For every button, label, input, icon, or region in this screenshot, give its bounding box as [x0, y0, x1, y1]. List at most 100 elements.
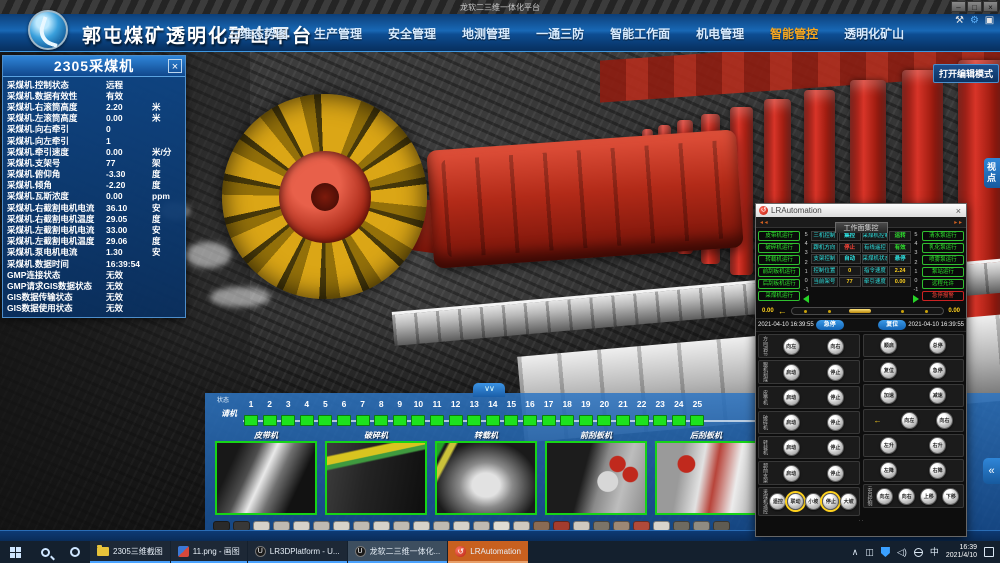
start-button[interactable]	[0, 541, 30, 563]
taskbar-app-3[interactable]: ULR3DPlatform - U...	[248, 541, 347, 563]
round-button-停止[interactable]: 停止	[827, 439, 844, 456]
support-status-block[interactable]	[393, 415, 407, 426]
round-button-左升[interactable]: 左升	[880, 437, 897, 454]
round-button-右降[interactable]: 右降	[929, 462, 946, 479]
nav-item-8[interactable]: 智能管控	[770, 25, 818, 42]
support-status-block[interactable]	[486, 415, 500, 426]
round-button-下移[interactable]: 下移	[942, 488, 959, 505]
round-button-停止[interactable]: 停止	[827, 414, 844, 431]
nav-item-4[interactable]: 地测管理	[462, 25, 510, 42]
round-button-停止[interactable]: 停止	[827, 364, 844, 381]
network-icon[interactable]	[914, 548, 923, 557]
lr-status-button-left-2[interactable]: 破碎机运行	[758, 243, 800, 253]
tab-workface-control[interactable]: 工作面集控	[835, 222, 888, 233]
support-status-block[interactable]	[597, 415, 611, 426]
round-button-联动[interactable]: 联动	[787, 493, 804, 510]
lr-status-button-left-6[interactable]: 采煤机运行	[758, 291, 800, 301]
lr-status-button-right-6[interactable]: 急停报警	[922, 291, 964, 301]
support-status-block[interactable]	[690, 415, 704, 426]
position-slider[interactable]	[791, 307, 945, 315]
support-status-block[interactable]	[523, 415, 537, 426]
round-button-大坡[interactable]: 大坡	[840, 493, 857, 510]
support-status-block[interactable]	[504, 415, 518, 426]
round-button-加速[interactable]: 加速	[880, 387, 897, 404]
notification-center-icon[interactable]	[984, 547, 994, 557]
usb-icon[interactable]: ◫	[865, 541, 874, 563]
taskbar-app-1[interactable]: 2305三维截图	[90, 541, 170, 563]
nav-item-9[interactable]: 透明化矿山	[844, 25, 904, 42]
clock[interactable]: 16:39 2021/4/10	[946, 544, 977, 560]
support-status-block[interactable]	[579, 415, 593, 426]
camera-thumb-3[interactable]	[435, 441, 537, 515]
round-button-向右[interactable]: 向右	[898, 488, 915, 505]
support-status-block[interactable]	[374, 415, 388, 426]
camera-thumb-4[interactable]	[545, 441, 647, 515]
display-icon[interactable]: ▣	[983, 14, 996, 27]
support-status-block[interactable]	[337, 415, 351, 426]
machine-panel-close-icon[interactable]: ×	[168, 59, 182, 73]
search-button[interactable]	[30, 541, 60, 563]
support-status-block[interactable]	[653, 415, 667, 426]
support-status-block[interactable]	[356, 415, 370, 426]
nav-item-3[interactable]: 安全管理	[388, 25, 436, 42]
support-status-block[interactable]	[467, 415, 481, 426]
round-button-向左[interactable]: 向左	[876, 488, 893, 505]
round-button-向右[interactable]: 向右	[936, 412, 953, 429]
tab-arrows-right[interactable]: ▸ ▸	[954, 219, 962, 226]
round-button-向左[interactable]: 向左	[783, 338, 800, 355]
round-button-停止[interactable]: 停止	[822, 493, 839, 510]
nav-item-7[interactable]: 机电管理	[696, 25, 744, 42]
tools-icon[interactable]: ⚒	[953, 14, 966, 27]
support-status-block[interactable]	[635, 415, 649, 426]
support-status-block[interactable]	[244, 415, 258, 426]
security-shield-icon[interactable]	[881, 547, 890, 557]
camera-thumb-5[interactable]	[655, 441, 757, 515]
support-status-block[interactable]	[672, 415, 686, 426]
round-button-总停[interactable]: 总停	[929, 337, 946, 354]
round-button-减速[interactable]: 减速	[929, 387, 946, 404]
camera-thumb-2[interactable]	[325, 441, 427, 515]
nav-item-1[interactable]: 三维态势图	[228, 25, 288, 42]
round-button-向左[interactable]: 向左	[901, 412, 918, 429]
lr-status-button-left-4[interactable]: 前刮板机运行	[758, 267, 800, 277]
support-status-block[interactable]	[430, 415, 444, 426]
close-button[interactable]: ×	[983, 1, 998, 12]
round-button-复位[interactable]: 复位	[880, 362, 897, 379]
round-button-启动[interactable]: 启动	[783, 439, 800, 456]
taskbar-app-5[interactable]: ↺LRAutomation	[448, 541, 528, 563]
round-button-启动[interactable]: 启动	[783, 389, 800, 406]
slider-knob[interactable]	[849, 309, 871, 313]
support-status-block[interactable]	[281, 415, 295, 426]
round-button-遥控[interactable]: 遥控	[769, 493, 786, 510]
nav-item-5[interactable]: 一通三防	[536, 25, 584, 42]
support-status-block[interactable]	[616, 415, 630, 426]
support-status-block[interactable]	[449, 415, 463, 426]
lr-status-button-right-4[interactable]: 泵站运行	[922, 267, 964, 277]
viewpoint-tab[interactable]: 视点	[984, 158, 1000, 188]
round-button-上移[interactable]: 上移	[920, 488, 937, 505]
taskbar-app-2[interactable]: 11.png - 画图	[171, 541, 247, 563]
round-button-停止[interactable]: 停止	[827, 465, 844, 482]
support-status-block[interactable]	[542, 415, 556, 426]
round-button-停止[interactable]: 停止	[827, 389, 844, 406]
lr-status-button-left-1[interactable]: 皮带机运行	[758, 231, 800, 241]
lr-status-button-right-1[interactable]: 清水泵运行	[922, 231, 964, 241]
chevron-down-icon[interactable]: ∨∨	[473, 383, 505, 397]
lr-status-button-left-3[interactable]: 转载机运行	[758, 255, 800, 265]
estop-button[interactable]: 急停	[816, 320, 844, 330]
lr-status-button-right-2[interactable]: 乳化泵运行	[922, 243, 964, 253]
round-button-启动[interactable]: 启动	[783, 465, 800, 482]
lr-status-button-left-5[interactable]: 后刮板机运行	[758, 279, 800, 289]
support-status-block[interactable]	[318, 415, 332, 426]
round-button-启动[interactable]: 启动	[783, 414, 800, 431]
round-button-顺启[interactable]: 顺启	[880, 337, 897, 354]
minimize-button[interactable]: –	[951, 1, 966, 12]
round-button-急停[interactable]: 急停	[929, 362, 946, 379]
camera-thumb-1[interactable]	[215, 441, 317, 515]
support-status-block[interactable]	[560, 415, 574, 426]
round-button-右升[interactable]: 右升	[929, 437, 946, 454]
support-status-block[interactable]	[300, 415, 314, 426]
round-button-左降[interactable]: 左降	[880, 462, 897, 479]
open-edit-mode-button[interactable]: 打开编辑模式	[933, 64, 999, 83]
support-status-block[interactable]	[263, 415, 277, 426]
